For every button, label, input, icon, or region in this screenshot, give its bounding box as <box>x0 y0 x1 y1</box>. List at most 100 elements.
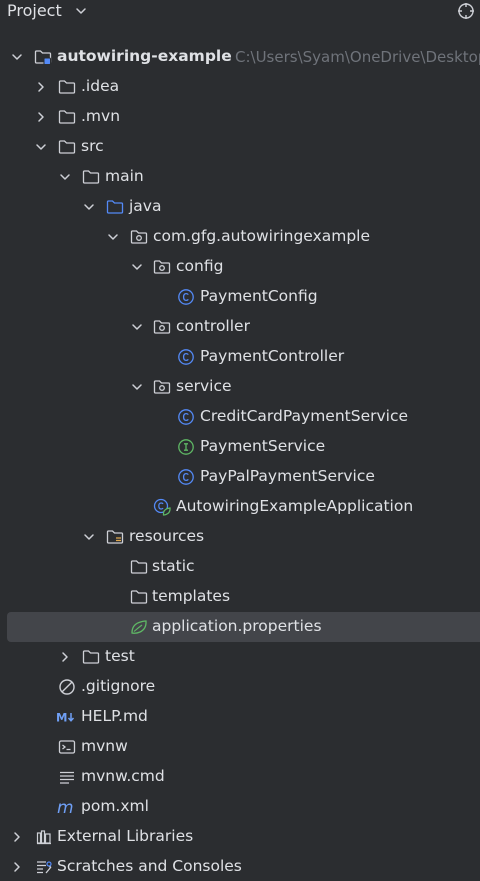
chevron-down-icon[interactable] <box>58 170 72 184</box>
tree-node-label: PaymentConfig <box>200 287 318 305</box>
tree-node-label: controller <box>176 317 250 335</box>
tree-node-service[interactable]: service <box>0 372 480 402</box>
tree-node-root[interactable]: autowiring-example C:\Users\Syam\OneDriv… <box>0 42 480 72</box>
tree-node-pom-xml[interactable]: pom.xml <box>0 792 480 822</box>
chevron-right-icon[interactable] <box>58 650 72 664</box>
tree-node-application-class[interactable]: AutowiringExampleApplication <box>0 492 480 522</box>
folder-icon <box>82 648 100 666</box>
chevron-right-icon[interactable] <box>34 80 48 94</box>
package-icon <box>153 378 171 396</box>
class-icon <box>177 288 195 306</box>
tree-node-payment-config[interactable]: PaymentConfig <box>0 282 480 312</box>
tree-node-mvn[interactable]: .mvn <box>0 102 480 132</box>
class-icon <box>177 468 195 486</box>
chevron-down-icon[interactable] <box>82 200 96 214</box>
spring-properties-icon <box>130 618 148 636</box>
folder-icon <box>58 78 76 96</box>
tree-node-label: PaymentService <box>200 437 326 455</box>
tree-node-main[interactable]: main <box>0 162 480 192</box>
chevron-down-icon[interactable] <box>130 260 144 274</box>
maven-icon <box>57 798 77 816</box>
class-icon <box>177 408 195 426</box>
text-file-icon <box>58 768 76 786</box>
tree-node-java[interactable]: java <box>0 192 480 222</box>
tree-node-static[interactable]: static <box>0 552 480 582</box>
chevron-down-icon[interactable] <box>34 140 48 154</box>
chevron-down-icon[interactable] <box>130 320 144 334</box>
tree-node-templates[interactable]: templates <box>0 582 480 612</box>
tree-node-external-libraries[interactable]: External Libraries <box>0 822 480 852</box>
ignore-file-icon <box>58 678 76 696</box>
tree-node-label: static <box>152 557 195 575</box>
tree-node-label: mvnw <box>81 737 128 755</box>
tree-node-payment-service[interactable]: PaymentService <box>0 432 480 462</box>
tree-node-label: External Libraries <box>57 827 194 845</box>
tree-node-label: config <box>176 257 224 275</box>
tree-node-label: AutowiringExampleApplication <box>176 497 414 515</box>
markdown-icon <box>56 708 78 726</box>
tree-node-config[interactable]: config <box>0 252 480 282</box>
tree-node-label: src <box>81 137 104 155</box>
chevron-down-icon[interactable] <box>74 4 88 18</box>
tree-node-idea[interactable]: .idea <box>0 72 480 102</box>
tree-node-label: main <box>105 167 144 185</box>
tree-node-controller[interactable]: controller <box>0 312 480 342</box>
chevron-right-icon[interactable] <box>10 830 24 844</box>
shell-script-icon <box>58 738 76 756</box>
tree-node-gitignore[interactable]: .gitignore <box>0 672 480 702</box>
tree-node-label: .gitignore <box>81 677 156 695</box>
chevron-right-icon[interactable] <box>10 860 24 874</box>
tree-node-label: Scratches and Consoles <box>57 857 242 875</box>
tree-node-label: mvnw.cmd <box>81 767 165 785</box>
chevron-down-icon[interactable] <box>82 530 96 544</box>
folder-icon <box>130 558 148 576</box>
project-view-title[interactable]: Project <box>7 1 62 20</box>
tree-node-label: application.properties <box>152 617 322 635</box>
tree-node-label: PayPalPaymentService <box>200 467 375 485</box>
tree-node-src[interactable]: src <box>0 132 480 162</box>
package-icon <box>153 258 171 276</box>
tree-node-mvnw-cmd[interactable]: mvnw.cmd <box>0 762 480 792</box>
resources-folder-icon <box>106 528 124 546</box>
tree-node-label: PaymentController <box>200 347 345 365</box>
tree-node-test[interactable]: test <box>0 642 480 672</box>
spring-boot-class-icon <box>153 498 171 516</box>
package-icon <box>130 228 148 246</box>
module-icon <box>34 48 52 66</box>
tree-node-help-md[interactable]: HELP.md <box>0 702 480 732</box>
tree-node-label: CreditCardPaymentService <box>200 407 409 425</box>
tree-node-scratches[interactable]: Scratches and Consoles <box>0 852 480 881</box>
module-path: C:\Users\Syam\OneDrive\Desktop <box>235 48 480 66</box>
source-folder-icon <box>106 198 124 216</box>
tree-node-paypal-service[interactable]: PayPalPaymentService <box>0 462 480 492</box>
folder-icon <box>130 588 148 606</box>
tree-node-resources[interactable]: resources <box>0 522 480 552</box>
class-icon <box>177 348 195 366</box>
tree-node-payment-controller[interactable]: PaymentController <box>0 342 480 372</box>
project-tool-window: Project autowiring-example C:\Users\Syam… <box>0 0 480 881</box>
interface-icon <box>177 438 195 456</box>
package-icon <box>153 318 171 336</box>
chevron-down-icon[interactable] <box>10 50 24 64</box>
libraries-icon <box>35 828 53 846</box>
tree-node-label: templates <box>152 587 231 605</box>
folder-icon <box>58 138 76 156</box>
tree-node-label: service <box>176 377 232 395</box>
tree-node-label: java <box>129 197 162 215</box>
tree-node-label: autowiring-example <box>57 47 232 65</box>
tree-node-label: test <box>105 647 135 665</box>
project-tree: autowiring-example C:\Users\Syam\OneDriv… <box>0 42 480 881</box>
tree-node-application-properties[interactable]: application.properties <box>0 612 480 642</box>
tree-node-label: resources <box>129 527 205 545</box>
tree-node-label: HELP.md <box>81 707 148 725</box>
chevron-down-icon[interactable] <box>106 230 120 244</box>
scratches-icon <box>35 858 53 876</box>
tree-node-mvnw[interactable]: mvnw <box>0 732 480 762</box>
chevron-right-icon[interactable] <box>34 110 48 124</box>
tree-node-label: pom.xml <box>81 797 149 815</box>
chevron-down-icon[interactable] <box>130 380 144 394</box>
tree-node-credit-card-service[interactable]: CreditCardPaymentService <box>0 402 480 432</box>
locate-icon[interactable] <box>457 2 475 20</box>
project-header: Project <box>0 0 480 24</box>
tree-node-package[interactable]: com.gfg.autowiringexample <box>0 222 480 252</box>
